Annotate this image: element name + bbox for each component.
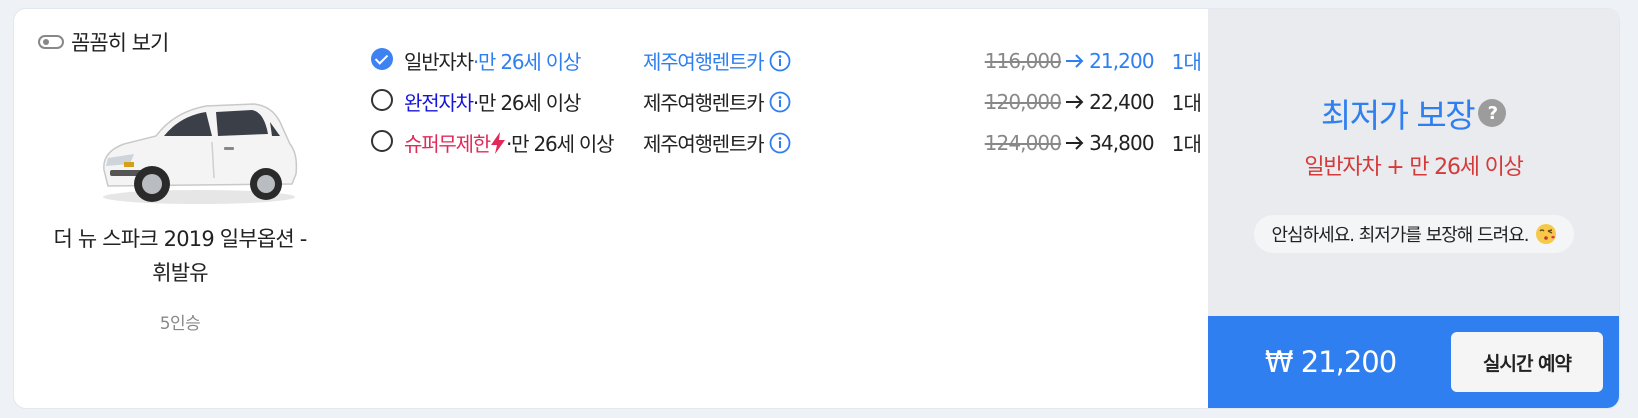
info-icon[interactable] — [769, 132, 791, 154]
car-seats: 5인승 — [159, 314, 201, 334]
option-age: 만 26세 이상 — [477, 50, 581, 74]
detail-view-toggle[interactable]: 꼼꼼히 보기 — [38, 27, 169, 57]
quantity: 1대 — [1171, 91, 1202, 115]
info-icon[interactable] — [769, 91, 791, 113]
arrow-right-icon — [1065, 94, 1085, 110]
info-icon[interactable] — [769, 50, 791, 72]
guarantee-title-text: 최저가 보장 — [1320, 96, 1476, 135]
radio-checked-icon[interactable] — [371, 48, 393, 70]
new-price: 22,400 — [1089, 89, 1154, 114]
car-image — [103, 103, 298, 204]
question-icon[interactable]: ? — [1478, 99, 1507, 127]
option-label: 완전자차·만 26세 이상 — [404, 87, 581, 116]
old-price: 124,000 — [984, 130, 1062, 155]
price: 116,000 21,200 1대 — [984, 46, 1202, 75]
toggle-label: 꼼꼼히 보기 — [71, 31, 169, 55]
lowest-price-guarantee-panel: 최저가 보장 ? 일반자차 + 만 26세 이상 안심하세요. 최저가를 보장해… — [1208, 9, 1619, 316]
option-age: 만 26세 이상 — [511, 132, 614, 156]
company-name: 제주여행렌트카 — [643, 50, 765, 74]
rental-card: 꼼꼼히 보기 더 뉴 스파크 2019 일부옵션 - 휘발유 5인승 일반자차·… — [14, 9, 1619, 408]
radio-unchecked-icon[interactable] — [371, 89, 393, 111]
company: 제주여행렌트카 — [643, 128, 791, 157]
option-type: 슈퍼무제한 — [404, 132, 491, 156]
option-label: 슈퍼무제한 ·만 26세 이상 — [404, 128, 615, 157]
new-price: 21,200 — [1089, 48, 1154, 73]
option-type: 일반자차 — [404, 50, 474, 74]
option-row[interactable]: 슈퍼무제한 ·만 26세 이상 제주여행렌트카 124,000 34,800 1대 — [371, 126, 1202, 167]
total-price: ₩ 21,200 — [1264, 345, 1397, 379]
guarantee-message: 안심하세요. 최저가를 보장해 드려요. — [1254, 215, 1574, 253]
company: 제주여행렌트카 — [643, 87, 791, 116]
toggle-switch-icon — [38, 35, 64, 49]
price: 124,000 34,800 1대 — [984, 128, 1202, 157]
old-price: 116,000 — [984, 48, 1062, 73]
guarantee-message-text: 안심하세요. 최저가를 보장해 드려요. — [1271, 225, 1529, 246]
booking-bar: ₩ 21,200 실시간 예약 — [1208, 316, 1619, 408]
new-price: 34,800 — [1089, 130, 1154, 155]
old-price: 120,000 — [984, 89, 1062, 114]
arrow-right-icon — [1065, 53, 1085, 69]
quantity: 1대 — [1171, 132, 1202, 156]
option-row[interactable]: 일반자차·만 26세 이상 제주여행렌트카 116,000 21,200 1대 — [371, 44, 1202, 85]
lightning-bolt-icon — [491, 132, 505, 154]
company: 제주여행렌트카 — [643, 46, 791, 75]
radio-unchecked-icon[interactable] — [371, 130, 393, 152]
quantity: 1대 — [1171, 50, 1202, 74]
option-age: 만 26세 이상 — [477, 91, 581, 115]
option-type: 완전자차 — [404, 91, 474, 115]
guarantee-subtitle: 일반자차 + 만 26세 이상 — [1304, 155, 1524, 180]
guarantee-title: 최저가 보장 ? — [1208, 89, 1619, 137]
company-name: 제주여행렌트카 — [643, 132, 765, 156]
option-label: 일반자차·만 26세 이상 — [404, 46, 581, 75]
insurance-options: 일반자차·만 26세 이상 제주여행렌트카 116,000 21,200 1대 … — [371, 44, 1202, 167]
company-name: 제주여행렌트카 — [643, 91, 765, 115]
kissing-face-icon — [1535, 224, 1556, 244]
realtime-reserve-button[interactable]: 실시간 예약 — [1451, 332, 1603, 392]
arrow-right-icon — [1065, 135, 1085, 151]
car-name: 더 뉴 스파크 2019 일부옵션 - 휘발유 — [53, 227, 307, 285]
price: 120,000 22,400 1대 — [984, 87, 1202, 116]
option-row[interactable]: 완전자차·만 26세 이상 제주여행렌트카 120,000 22,400 1대 — [371, 85, 1202, 126]
